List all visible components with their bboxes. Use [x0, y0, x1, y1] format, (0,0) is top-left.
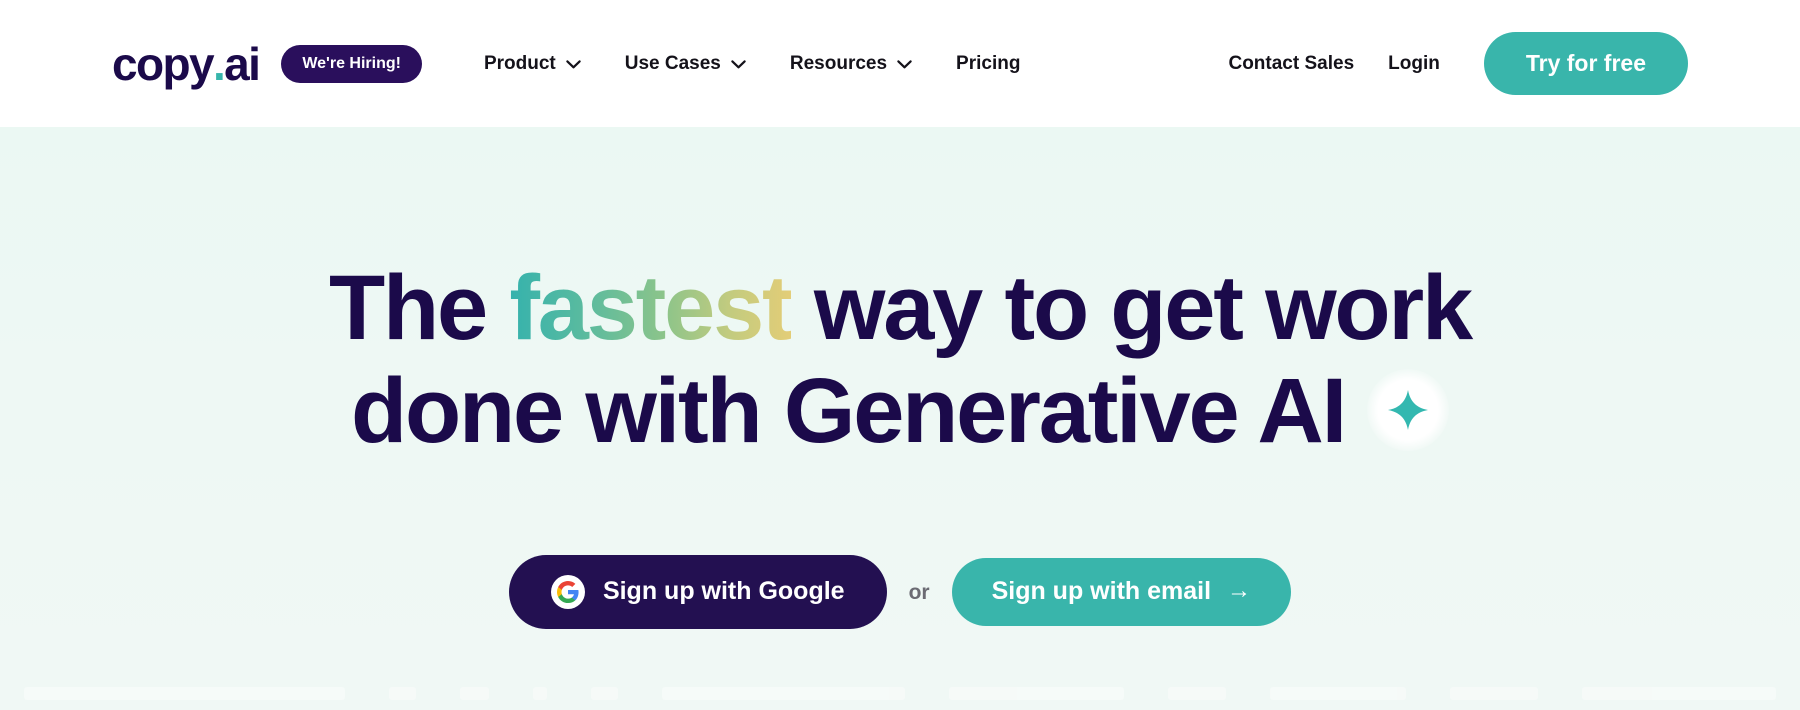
nav-item-pricing-label: Pricing — [956, 53, 1021, 74]
nav-item-product[interactable]: Product — [484, 54, 581, 73]
sign-up-with-google-label: Sign up with Google — [602, 577, 845, 606]
contact-sales-link[interactable]: Contact Sales — [1228, 54, 1354, 73]
next-section-peek — [0, 676, 1800, 710]
login-link[interactable]: Login — [1388, 54, 1440, 73]
chevron-down-icon — [897, 60, 912, 69]
headline-gradient-word: fastest — [509, 257, 792, 359]
peek-chip — [948, 686, 1124, 700]
headline-text-done-with-generative-ai: done with Generative AI — [351, 360, 1347, 463]
hero-headline: The fastest way to get work done with Ge… — [328, 257, 1473, 463]
sign-up-with-google-button[interactable]: Sign up with Google — [508, 555, 887, 630]
peek-chip — [533, 686, 547, 700]
site-header: copy.ai We're Hiring! Product Use Cases — [0, 0, 1800, 127]
peek-chip — [590, 686, 618, 700]
header-left-group: copy.ai We're Hiring! Product Use Cases — [112, 41, 1020, 87]
google-g-icon — [550, 575, 585, 610]
peek-chip — [24, 686, 345, 700]
peek-chip — [1167, 686, 1227, 700]
peek-chip — [1270, 686, 1407, 700]
copyai-logo[interactable]: copy. ai — [112, 37, 261, 90]
headline-line-1: The fastest way to get work — [328, 257, 1473, 360]
peek-chip — [661, 686, 905, 700]
peek-chip — [388, 686, 416, 700]
headline-line-2: done with Generative AI — [329, 360, 1471, 463]
were-hiring-badge[interactable]: We're Hiring! — [281, 44, 422, 83]
nav-item-use-cases[interactable]: Use Cases — [625, 54, 746, 73]
sparkle-icon — [1366, 368, 1449, 451]
nav-item-product-label: Product — [483, 53, 556, 74]
peek-chip — [1581, 686, 1777, 700]
headline-text-way-to-get-work: way to get work — [790, 257, 1473, 359]
nav-item-resources-label: Resources — [789, 53, 888, 74]
logo-dot: . — [212, 37, 226, 90]
hero-cta-row: Sign up with Google or Sign up with emai… — [508, 555, 1292, 630]
nav-item-use-cases-label: Use Cases — [624, 53, 721, 74]
landing-page: copy.ai We're Hiring! Product Use Cases — [0, 0, 1800, 710]
try-for-free-button[interactable]: Try for free — [1483, 31, 1688, 96]
hero-section: The fastest way to get work done with Ge… — [0, 127, 1800, 710]
chevron-down-icon — [566, 60, 581, 69]
primary-nav: Product Use Cases Resources Pricing — [484, 54, 1020, 73]
headline-text-the: The — [328, 257, 510, 359]
nav-item-resources[interactable]: Resources — [790, 54, 912, 73]
sign-up-with-email-button[interactable]: Sign up with email → — [951, 558, 1292, 626]
logo-text-copy: copy — [112, 37, 215, 90]
cta-or-separator: or — [908, 580, 930, 604]
chevron-down-icon — [731, 60, 746, 69]
sign-up-with-email-label: Sign up with email — [991, 577, 1212, 606]
arrow-right-icon: → — [1227, 577, 1252, 605]
header-right-group: Contact Sales Login Try for free — [1228, 31, 1688, 96]
peek-chip — [1450, 686, 1538, 700]
nav-item-pricing[interactable]: Pricing — [956, 54, 1020, 73]
peek-chip — [459, 686, 490, 700]
logo-text-ai: ai — [224, 37, 261, 90]
